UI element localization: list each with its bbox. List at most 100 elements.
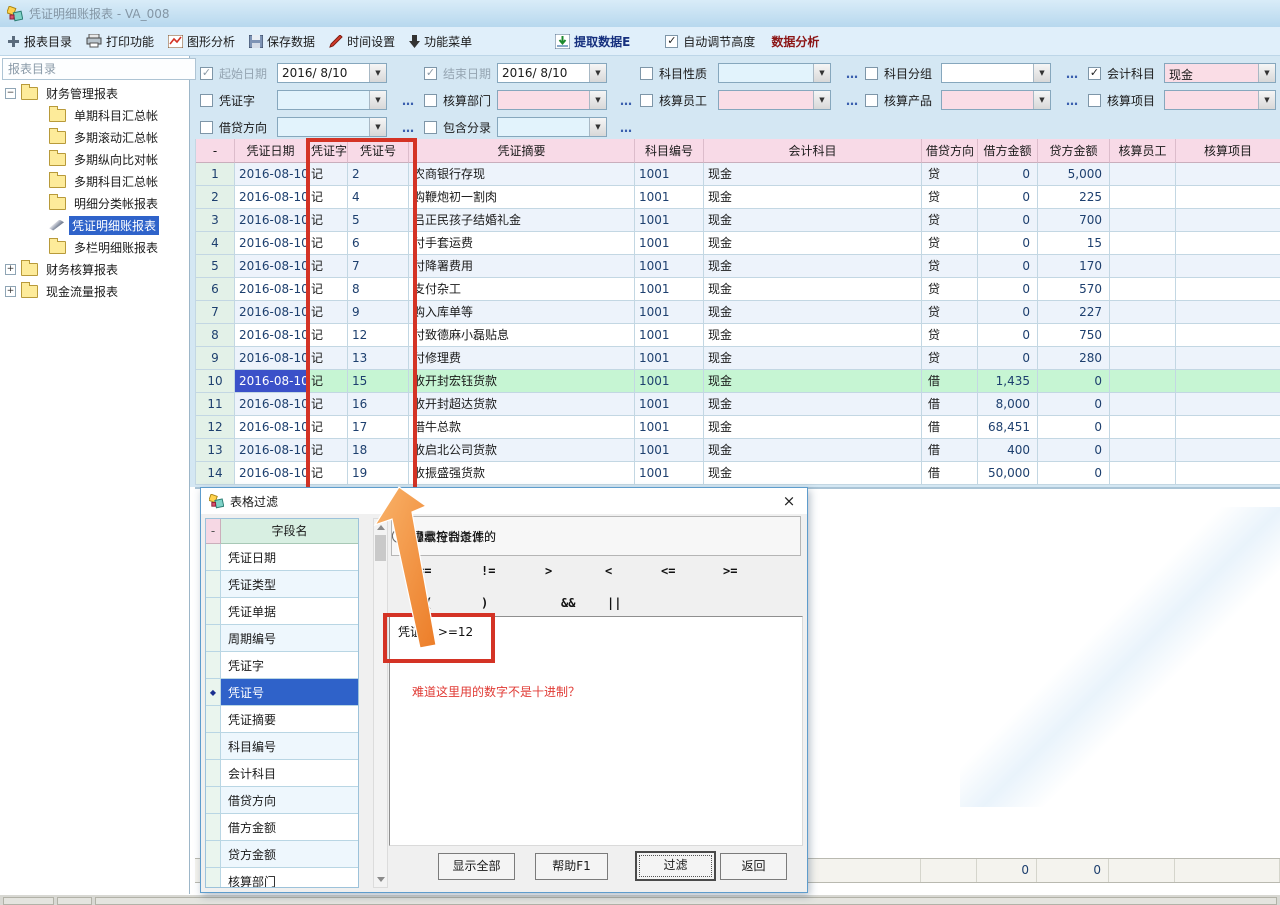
more-button[interactable]: …: [402, 94, 415, 110]
more-button[interactable]: …: [402, 121, 415, 137]
field-name[interactable]: 凭证号: [221, 679, 358, 705]
dropdown-arrow-icon[interactable]: ▼: [1033, 64, 1050, 82]
operator-button[interactable]: >: [545, 564, 552, 578]
operator-button[interactable]: &&: [561, 596, 575, 610]
field-name[interactable]: 科目编号: [221, 733, 358, 759]
tree-item-label[interactable]: 明细分类帐报表: [71, 194, 161, 213]
field-list-item[interactable]: ◆ 会计科目: [206, 760, 358, 787]
field-list-item[interactable]: ◆ 凭证摘要: [206, 706, 358, 733]
subject-nature-checkbox[interactable]: ✓: [640, 67, 653, 80]
dialog-button[interactable]: 显示全部: [438, 853, 515, 880]
dropdown-arrow-icon[interactable]: ▼: [813, 64, 830, 82]
field-name[interactable]: 会计科目: [221, 760, 358, 786]
time-settings-button[interactable]: 时间设置: [329, 33, 395, 50]
tree-item[interactable]: 凭证明细账报表: [0, 214, 189, 236]
field-name[interactable]: 凭证字: [221, 652, 358, 678]
field-list-item[interactable]: ◆ 凭证类型: [206, 571, 358, 598]
tree-item-label[interactable]: 多期滚动汇总帐: [71, 128, 161, 147]
field-list-item[interactable]: ◆ 贷方金额: [206, 841, 358, 868]
field-list-item[interactable]: ◆ 周期编号: [206, 625, 358, 652]
staff-combo[interactable]: ▼: [718, 90, 831, 110]
tree-item[interactable]: 多期滚动汇总帐: [0, 126, 189, 148]
column-header[interactable]: 借方金额: [978, 139, 1038, 163]
tree-item-label[interactable]: 凭证明细账报表: [69, 216, 159, 235]
field-name[interactable]: 借方金额: [221, 814, 358, 840]
tree-item[interactable]: 明细分类帐报表: [0, 192, 189, 214]
more-button[interactable]: …: [846, 67, 859, 83]
dropdown-arrow-icon[interactable]: ▼: [813, 91, 830, 109]
field-name[interactable]: 凭证单据: [221, 598, 358, 624]
dialog-button[interactable]: 帮助F1: [535, 853, 608, 880]
field-name[interactable]: 贷方金额: [221, 841, 358, 867]
product-checkbox[interactable]: ✓: [865, 94, 878, 107]
column-header[interactable]: 会计科目: [704, 139, 922, 163]
project-checkbox[interactable]: ✓: [1088, 94, 1101, 107]
operator-button[interactable]: (: [425, 596, 432, 610]
operator-button[interactable]: ): [481, 596, 488, 610]
field-list-item[interactable]: ◆ 借贷方向: [206, 787, 358, 814]
subject-group-combo[interactable]: ▼: [941, 63, 1051, 83]
scroll-up-icon[interactable]: [374, 520, 387, 534]
operator-button[interactable]: !=: [481, 564, 495, 578]
include-entries-checkbox[interactable]: ✓: [424, 121, 437, 134]
voucher-word-combo[interactable]: ▼: [277, 90, 387, 110]
operator-button[interactable]: <=: [661, 564, 675, 578]
field-list-scrollbar[interactable]: [373, 518, 388, 888]
tree-item-label[interactable]: 财务管理报表: [43, 84, 121, 103]
auto-height-toggle[interactable]: ✓ 自动调节高度: [665, 33, 755, 50]
expand-toggle-icon[interactable]: +: [5, 264, 16, 275]
tree-item-label[interactable]: 现金流量报表: [43, 282, 121, 301]
dialog-title-bar[interactable]: 表格过滤 ×: [201, 488, 807, 514]
dialog-button[interactable]: 返回: [720, 853, 787, 880]
tree-item-label[interactable]: 财务核算报表: [43, 260, 121, 279]
field-list-item[interactable]: ◆ 借方金额: [206, 814, 358, 841]
more-button[interactable]: …: [620, 121, 633, 137]
close-icon[interactable]: ×: [779, 492, 799, 510]
product-combo[interactable]: ▼: [941, 90, 1051, 110]
field-list-item[interactable]: ◆ 科目编号: [206, 733, 358, 760]
field-list-item[interactable]: ◆ 核算部门: [206, 868, 358, 888]
direction-checkbox[interactable]: ✓: [200, 121, 213, 134]
expand-toggle-icon[interactable]: +: [5, 286, 16, 297]
save-data-button[interactable]: 保存数据: [249, 33, 315, 50]
department-checkbox[interactable]: ✓: [424, 94, 437, 107]
operator-button[interactable]: >=: [723, 564, 737, 578]
more-button[interactable]: …: [846, 94, 859, 110]
column-header[interactable]: 贷方金额: [1038, 139, 1110, 163]
dialog-button[interactable]: 过滤: [635, 851, 716, 881]
column-header[interactable]: -: [196, 139, 235, 163]
operator-button[interactable]: ==: [417, 564, 431, 578]
dropdown-arrow-icon[interactable]: ▼: [1033, 91, 1050, 109]
include-entries-combo[interactable]: ▼: [497, 117, 607, 137]
scrollbar-thumb[interactable]: [375, 535, 386, 561]
function-menu-button[interactable]: 功能菜单: [409, 33, 472, 50]
column-header[interactable]: 凭证日期: [235, 139, 307, 163]
filter-mode-radio[interactable]: 脚本控制过滤: [392, 528, 484, 545]
field-list-item[interactable]: ◆ 凭证单据: [206, 598, 358, 625]
start-date-combo[interactable]: 2016/ 8/10 ▼: [277, 63, 387, 83]
dropdown-arrow-icon[interactable]: ▼: [589, 64, 606, 82]
staff-checkbox[interactable]: ✓: [640, 94, 653, 107]
print-button[interactable]: 打印功能: [86, 33, 154, 50]
tree-item-label[interactable]: 多栏明细账报表: [71, 238, 161, 257]
dropdown-arrow-icon[interactable]: ▼: [369, 118, 386, 136]
dropdown-arrow-icon[interactable]: ▼: [369, 64, 386, 82]
tree-item[interactable]: 多期纵向比对帐: [0, 148, 189, 170]
column-header[interactable]: 凭证摘要: [409, 139, 635, 163]
field-list-item[interactable]: ◆ 凭证日期: [206, 544, 358, 571]
more-button[interactable]: …: [1066, 94, 1079, 110]
radio-icon[interactable]: [392, 529, 406, 543]
field-name[interactable]: 凭证日期: [221, 544, 358, 570]
more-button[interactable]: …: [1066, 67, 1079, 83]
expand-toggle-icon[interactable]: −: [5, 88, 16, 99]
radio-label[interactable]: 脚本控制过滤: [412, 528, 484, 545]
voucher-word-checkbox[interactable]: ✓: [200, 94, 213, 107]
field-name[interactable]: 借贷方向: [221, 787, 358, 813]
field-name[interactable]: 凭证类型: [221, 571, 358, 597]
dropdown-arrow-icon[interactable]: ▼: [589, 91, 606, 109]
tree-item[interactable]: + 财务核算报表: [0, 258, 189, 280]
operator-button[interactable]: <: [605, 564, 612, 578]
column-header[interactable]: 核算员工: [1110, 139, 1176, 163]
end-date-combo[interactable]: 2016/ 8/10 ▼: [497, 63, 607, 83]
chart-analysis-button[interactable]: 图形分析: [168, 33, 235, 50]
